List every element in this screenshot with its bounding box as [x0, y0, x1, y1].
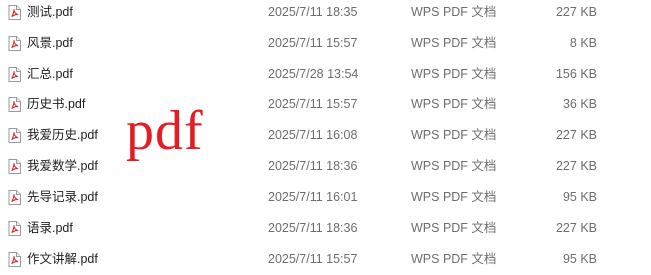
file-name: 我爱数学.pdf	[27, 159, 98, 173]
file-modified-date: 2025/7/11 18:36	[268, 221, 358, 235]
file-type: WPS PDF 文档	[411, 221, 497, 235]
file-row[interactable]: 先导记录.pdf 2025/7/11 16:01 WPS PDF 文档 95 K…	[0, 182, 651, 213]
file-modified-date: 2025/7/11 15:57	[268, 97, 358, 111]
pdf-file-icon	[8, 252, 21, 267]
file-row[interactable]: 我爱数学.pdf 2025/7/11 18:36 WPS PDF 文档 227 …	[0, 151, 651, 182]
file-name: 我爱历史.pdf	[27, 128, 98, 142]
file-row[interactable]: 历史书.pdf 2025/7/11 15:57 WPS PDF 文档 36 KB	[0, 89, 651, 120]
pdf-overlay-label: pdf	[126, 100, 204, 162]
pdf-file-icon	[8, 5, 21, 20]
pdf-file-icon	[8, 221, 21, 236]
file-type: WPS PDF 文档	[411, 128, 497, 142]
file-row[interactable]: 汇总.pdf 2025/7/28 13:54 WPS PDF 文档 156 KB	[0, 59, 651, 90]
file-type: WPS PDF 文档	[411, 97, 497, 111]
file-row[interactable]: 测试.pdf 2025/7/11 18:35 WPS PDF 文档 227 KB	[0, 0, 651, 28]
file-size: 36 KB	[562, 97, 597, 111]
file-row[interactable]: 风景.pdf 2025/7/11 15:57 WPS PDF 文档 8 KB	[0, 28, 651, 59]
file-name: 先导记录.pdf	[27, 190, 98, 204]
file-list: 测试.pdf 2025/7/11 18:35 WPS PDF 文档 227 KB…	[0, 0, 651, 270]
file-size: 227 KB	[555, 159, 597, 173]
file-size: 8 KB	[569, 36, 597, 50]
pdf-file-icon	[8, 159, 21, 174]
file-modified-date: 2025/7/11 16:08	[268, 128, 358, 142]
file-size: 227 KB	[555, 128, 597, 142]
file-name: 汇总.pdf	[27, 67, 73, 81]
file-size: 156 KB	[555, 67, 597, 81]
file-modified-date: 2025/7/11 18:35	[268, 5, 358, 19]
file-size: 95 KB	[562, 252, 597, 266]
file-name: 风景.pdf	[27, 36, 73, 50]
pdf-file-icon	[8, 36, 21, 51]
file-modified-date: 2025/7/28 13:54	[268, 67, 359, 81]
file-name: 测试.pdf	[27, 5, 73, 19]
file-row[interactable]: 作文讲解.pdf 2025/7/11 15:57 WPS PDF 文档 95 K…	[0, 244, 651, 275]
file-modified-date: 2025/7/11 18:36	[268, 159, 358, 173]
file-row[interactable]: 语录.pdf 2025/7/11 18:36 WPS PDF 文档 227 KB	[0, 213, 651, 244]
file-size: 95 KB	[562, 190, 597, 204]
pdf-file-icon	[8, 128, 21, 143]
file-modified-date: 2025/7/11 15:57	[268, 36, 358, 50]
file-type: WPS PDF 文档	[411, 36, 497, 50]
pdf-file-icon	[8, 67, 21, 82]
file-size: 227 KB	[555, 5, 597, 19]
file-size: 227 KB	[555, 221, 597, 235]
file-type: WPS PDF 文档	[411, 5, 497, 19]
file-modified-date: 2025/7/11 15:57	[268, 252, 358, 266]
file-name: 语录.pdf	[27, 221, 73, 235]
file-row[interactable]: 我爱历史.pdf 2025/7/11 16:08 WPS PDF 文档 227 …	[0, 120, 651, 151]
file-name: 作文讲解.pdf	[27, 252, 98, 266]
file-modified-date: 2025/7/11 16:01	[268, 190, 358, 204]
file-name: 历史书.pdf	[27, 97, 86, 111]
pdf-file-icon	[8, 97, 21, 112]
file-type: WPS PDF 文档	[411, 159, 497, 173]
file-type: WPS PDF 文档	[411, 190, 497, 204]
file-type: WPS PDF 文档	[411, 67, 497, 81]
file-type: WPS PDF 文档	[411, 252, 497, 266]
pdf-file-icon	[8, 190, 21, 205]
